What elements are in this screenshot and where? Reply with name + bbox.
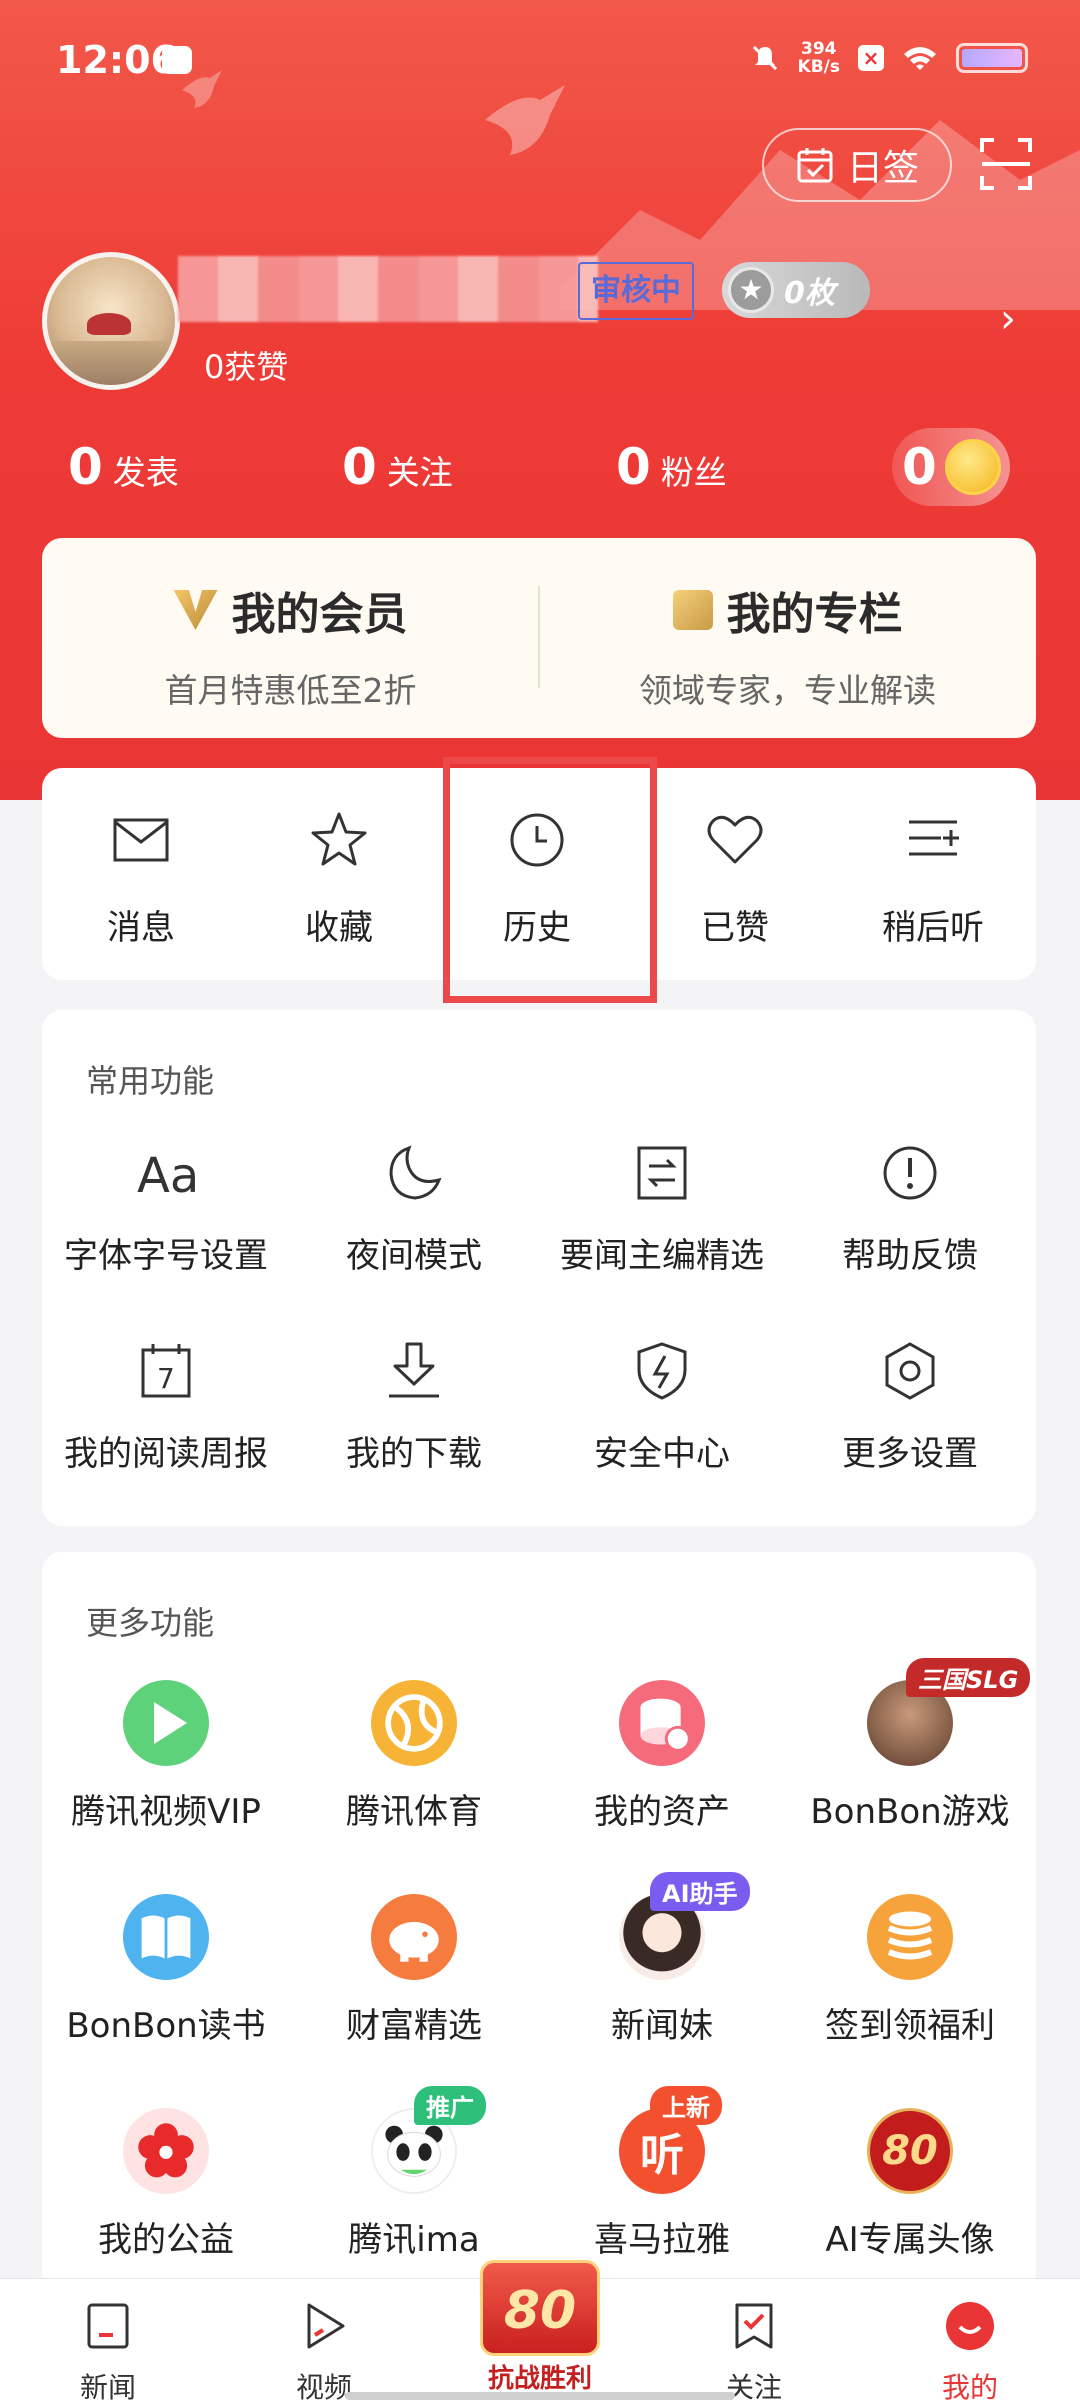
tab-me[interactable]: 我的 bbox=[910, 2299, 1030, 2406]
coins-balance[interactable]: 0 bbox=[892, 428, 1010, 506]
help-icon bbox=[883, 1146, 937, 1200]
victory-label: 抗战胜利 bbox=[487, 2364, 592, 2394]
my-column[interactable]: 我的专栏 领域专家，专业解读 bbox=[539, 578, 1036, 712]
coins-icon bbox=[867, 1894, 953, 1980]
moon-icon bbox=[389, 1145, 442, 1200]
quick-liked[interactable]: 已赞 bbox=[636, 808, 834, 949]
history-highlight-box bbox=[443, 757, 657, 1003]
piggy-icon bbox=[371, 1894, 457, 1980]
calendar-check-icon bbox=[797, 148, 833, 183]
section-title: 更多功能 bbox=[86, 1604, 215, 1642]
stat-followers[interactable]: 0 粉丝 bbox=[616, 438, 727, 496]
svg-text:7: 7 bbox=[157, 1362, 175, 1395]
my-charity[interactable]: 我的公益 bbox=[42, 2108, 290, 2261]
more-functions-card: 更多功能 腾讯视频VIP 腾讯体育 我的资产 三国SLG BonBon游戏 Bo… bbox=[42, 1552, 1036, 2292]
tab-news[interactable]: 新闻 bbox=[48, 2299, 168, 2406]
settings-icon bbox=[885, 1342, 935, 1400]
tag-badge: AI助手 bbox=[650, 1872, 750, 1911]
heart-icon bbox=[707, 815, 763, 864]
tag-badge: 上新 bbox=[650, 2086, 722, 2125]
stat-posts[interactable]: 0 发表 bbox=[68, 438, 179, 496]
vip-card: 我的会员 首月特惠低至2折 我的专栏 领域专家，专业解读 bbox=[42, 538, 1036, 738]
section-title: 常用功能 bbox=[86, 1062, 215, 1100]
vip-v-icon bbox=[173, 590, 218, 630]
more-settings[interactable]: 更多设置 bbox=[786, 1338, 1034, 1475]
video-play-icon bbox=[123, 1680, 209, 1766]
checkin-label: 日签 bbox=[846, 148, 919, 189]
status-time: 12:06 bbox=[56, 38, 177, 82]
quick-messages[interactable]: 消息 bbox=[42, 808, 240, 949]
quick-favorites[interactable]: 收藏 bbox=[240, 808, 438, 949]
notification-icon bbox=[162, 46, 192, 74]
night-mode[interactable]: 夜间模式 bbox=[290, 1140, 538, 1277]
calendar-icon: 7 bbox=[141, 1344, 191, 1398]
status-bar: 12:06 394 KB/s × bbox=[0, 0, 1080, 120]
daily-checkin-button[interactable]: 日签 bbox=[762, 128, 952, 202]
bonbon-games[interactable]: 三国SLG BonBon游戏 bbox=[786, 1658, 1034, 1833]
wifi-icon bbox=[904, 47, 936, 70]
medal-badge[interactable]: ★ 0枚 bbox=[722, 262, 870, 318]
my-membership[interactable]: 我的会员 首月特惠低至2折 bbox=[42, 578, 539, 712]
weekly-report[interactable]: 7 我的阅读周报 bbox=[42, 1338, 290, 1475]
checkin-rewards[interactable]: 签到领福利 bbox=[786, 1894, 1034, 2047]
flower-icon bbox=[123, 2108, 209, 2194]
wealth-selection[interactable]: 财富精选 bbox=[290, 1894, 538, 2047]
tencent-video-vip[interactable]: 腾讯视频VIP bbox=[42, 1680, 290, 1833]
video-icon bbox=[307, 2303, 345, 2349]
assets-icon bbox=[619, 1680, 705, 1766]
profile-icon bbox=[946, 2302, 994, 2350]
ai-avatar[interactable]: 80 AI专属头像 bbox=[786, 2108, 1034, 2261]
medal-star-icon: ★ bbox=[728, 267, 774, 313]
coin-icon bbox=[944, 439, 1001, 495]
tencent-ima[interactable]: 推广 腾讯ima bbox=[290, 2086, 538, 2261]
mail-icon bbox=[113, 818, 169, 862]
likes-count: 0获赞 bbox=[204, 348, 289, 386]
star-icon bbox=[311, 812, 367, 866]
tab-follow[interactable]: 关注 bbox=[694, 2299, 814, 2406]
username-blurred[interactable] bbox=[178, 256, 598, 322]
security-center[interactable]: 安全中心 bbox=[538, 1338, 786, 1475]
quick-listen-later[interactable]: 稍后听 bbox=[834, 808, 1032, 949]
mute-icon bbox=[752, 45, 777, 71]
home-indicator[interactable] bbox=[345, 2392, 735, 2400]
badge-80-icon: 80 bbox=[480, 2260, 600, 2356]
avatar[interactable] bbox=[42, 252, 180, 390]
bonbon-reading[interactable]: BonBon读书 bbox=[42, 1894, 290, 2047]
font-size-icon: Aa bbox=[137, 1148, 199, 1204]
medal-count: 0枚 bbox=[784, 276, 835, 311]
badge-80-icon: 80 bbox=[867, 2108, 953, 2194]
shield-icon bbox=[637, 1342, 687, 1400]
x-badge-icon: × bbox=[858, 45, 884, 71]
svg-text:Aa: Aa bbox=[137, 1148, 199, 1204]
tag-badge: 推广 bbox=[414, 2086, 486, 2125]
stat-following[interactable]: 0 关注 bbox=[342, 438, 453, 496]
ball-icon bbox=[371, 1680, 457, 1766]
victory-anniversary-tab[interactable]: 80 抗战胜利 bbox=[470, 2260, 610, 2394]
editor-picks[interactable]: 要闻主编精选 bbox=[538, 1140, 786, 1277]
help-feedback[interactable]: 帮助反馈 bbox=[786, 1140, 1034, 1277]
download-icon bbox=[389, 1342, 439, 1398]
ximalaya[interactable]: 听 上新 喜马拉雅 bbox=[538, 2086, 786, 2261]
tag-badge: 三国SLG bbox=[906, 1658, 1031, 1697]
review-status-badge: 审核中 bbox=[578, 262, 694, 320]
column-icon bbox=[672, 590, 713, 630]
font-size-setting[interactable]: Aa 字体字号设置 bbox=[42, 1140, 290, 1277]
scan-icon[interactable] bbox=[978, 136, 1034, 192]
news-sister[interactable]: AI助手 新闻妹 bbox=[538, 1872, 786, 2047]
tab-video[interactable]: 视频 bbox=[264, 2299, 384, 2406]
my-assets[interactable]: 我的资产 bbox=[538, 1680, 786, 1833]
common-functions-card: 常用功能 Aa 字体字号设置 夜间模式 要闻主编精选 帮助反馈 7 我的阅读周报… bbox=[42, 1010, 1036, 1526]
tencent-sports[interactable]: 腾讯体育 bbox=[290, 1680, 538, 1833]
network-speed: 394 KB/s bbox=[797, 39, 840, 77]
chevron-right-icon[interactable]: › bbox=[1000, 296, 1016, 342]
editor-pick-icon bbox=[637, 1146, 687, 1200]
news-icon bbox=[87, 2303, 129, 2349]
battery-icon bbox=[956, 43, 1028, 73]
playlist-add-icon bbox=[909, 820, 959, 856]
my-downloads[interactable]: 我的下载 bbox=[290, 1338, 538, 1475]
book-icon bbox=[123, 1894, 209, 1980]
follow-icon bbox=[735, 2303, 773, 2349]
